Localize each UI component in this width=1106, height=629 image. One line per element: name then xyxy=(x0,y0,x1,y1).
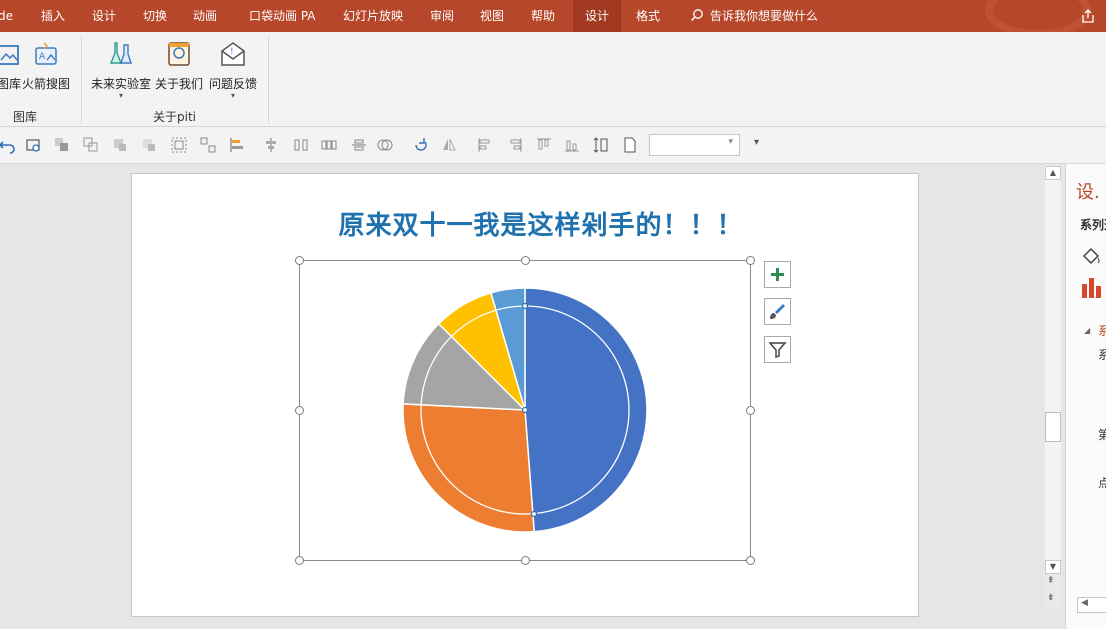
resize-handle-top-left[interactable] xyxy=(295,256,304,265)
pane-horizontal-scrollbar[interactable]: ◀ xyxy=(1077,597,1106,613)
paintbrush-icon xyxy=(770,304,785,319)
resize-handle-right[interactable] xyxy=(746,406,755,415)
resize-handle-bottom[interactable] xyxy=(521,556,530,565)
scroll-track[interactable] xyxy=(1045,180,1061,560)
chart-elements-button[interactable] xyxy=(764,261,791,288)
scroll-thumb[interactable] xyxy=(1045,412,1061,442)
series-options-icon[interactable] xyxy=(1080,276,1104,298)
scroll-up-button[interactable]: ▲ xyxy=(1045,166,1061,180)
point-explosion-label: 点 xyxy=(1098,476,1106,490)
resize-handle-bottom-left[interactable] xyxy=(295,556,304,565)
format-pane: 设. 系列选 ◢ 系 系 第 点 xyxy=(1065,164,1106,629)
fill-bucket-icon[interactable] xyxy=(1080,246,1102,268)
chart-styles-button[interactable] xyxy=(764,298,791,325)
vertical-scrollbar[interactable]: ▲ ▼ ⇞ ⇟ xyxy=(1044,164,1062,608)
collapse-triangle-icon[interactable]: ◢ xyxy=(1084,326,1090,335)
first-slice-angle-label: 第 xyxy=(1098,428,1106,442)
chart-filters-button[interactable] xyxy=(764,336,791,363)
previous-slide-button[interactable]: ⇞ xyxy=(1047,577,1055,586)
chart-selection-frame[interactable] xyxy=(299,260,751,561)
scroll-left-button[interactable]: ◀ xyxy=(1081,598,1088,608)
scroll-down-button[interactable]: ▼ xyxy=(1045,560,1061,574)
format-pane-title: 设. xyxy=(1076,182,1100,203)
resize-handle-top[interactable] xyxy=(521,256,530,265)
resize-handle-top-right[interactable] xyxy=(746,256,755,265)
resize-handle-bottom-right[interactable] xyxy=(746,556,755,565)
next-slide-button[interactable]: ⇟ xyxy=(1047,594,1055,603)
resize-handle-left[interactable] xyxy=(295,406,304,415)
series-options-label[interactable]: 系列选 xyxy=(1080,216,1106,233)
plus-icon xyxy=(771,268,784,281)
series-field-label: 系 xyxy=(1098,348,1106,362)
funnel-icon xyxy=(768,342,787,359)
series-section-label[interactable]: 系 xyxy=(1098,322,1106,339)
